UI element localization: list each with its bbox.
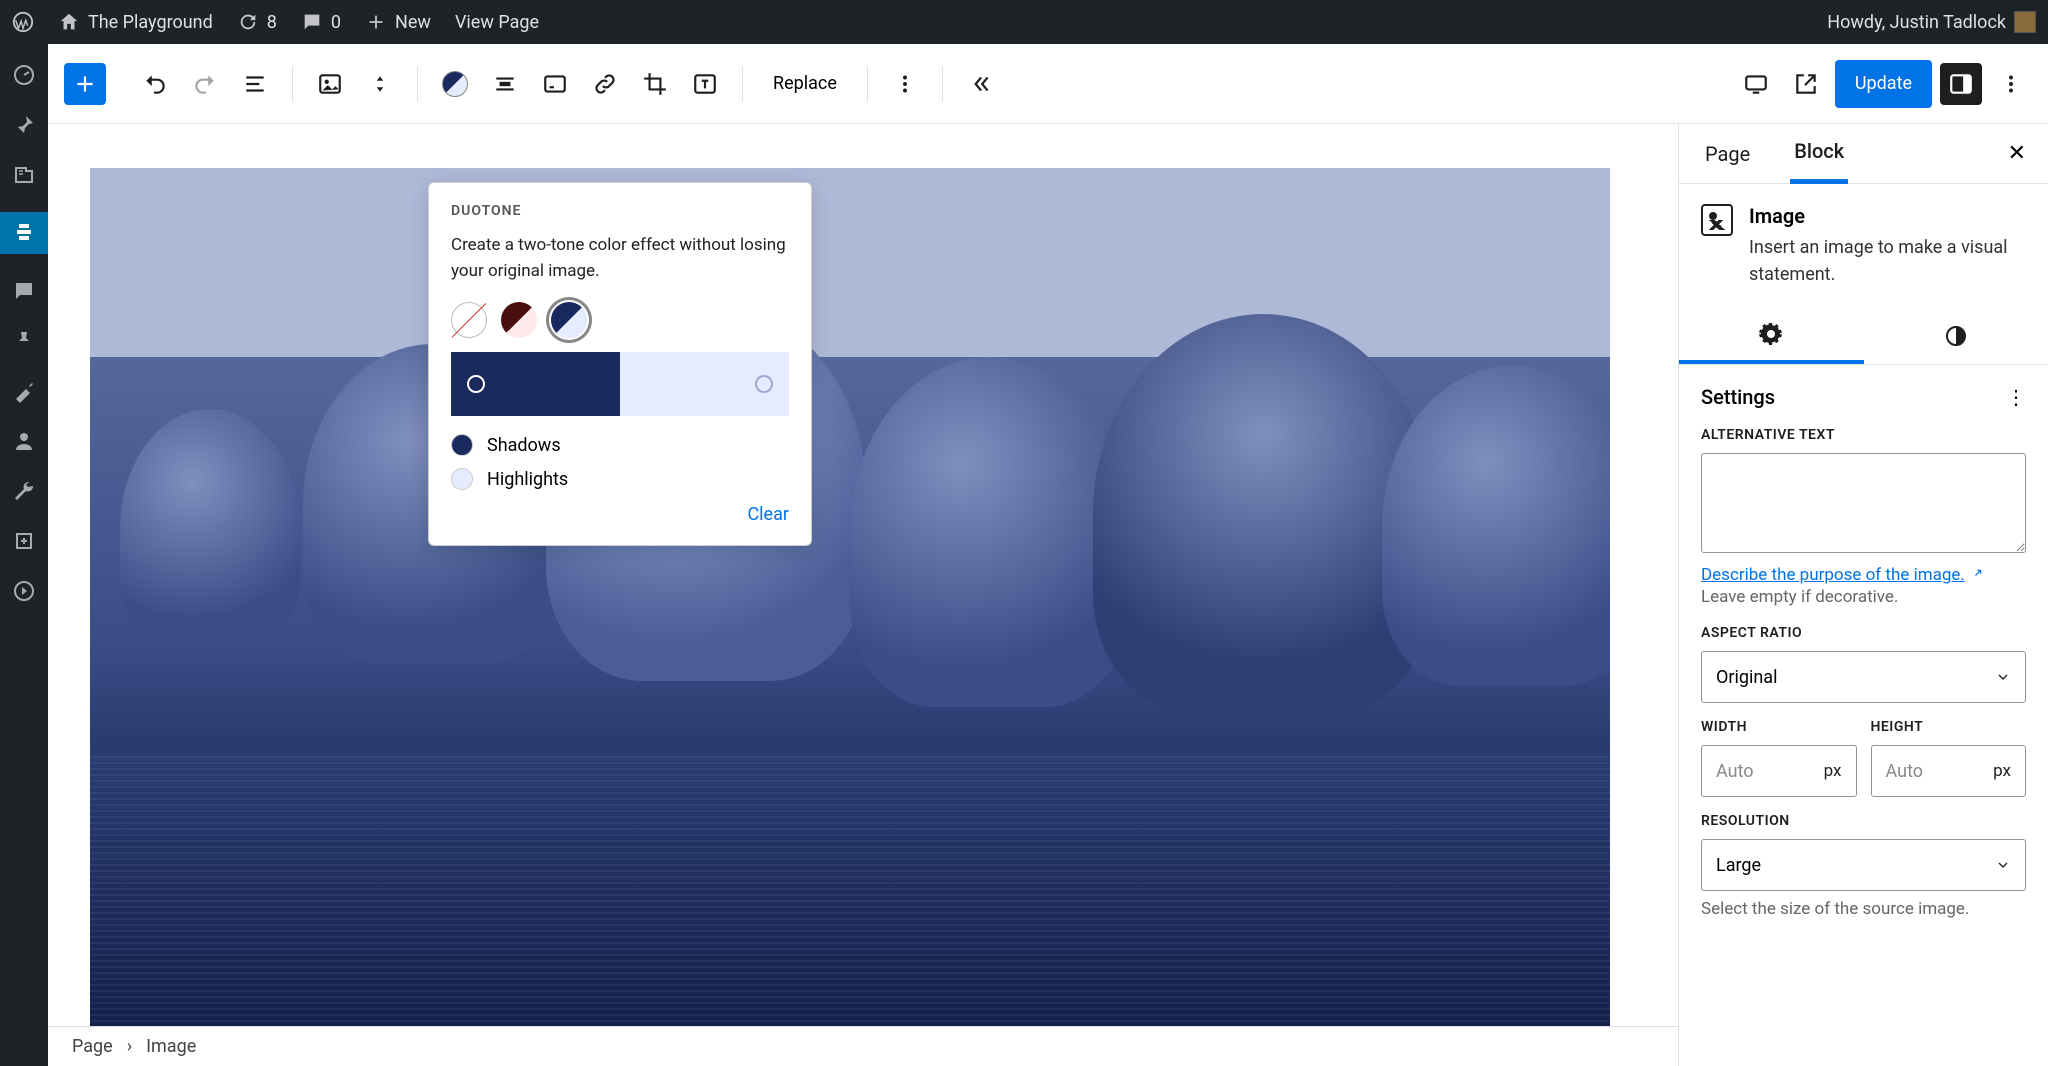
site-title: The Playground [88, 12, 213, 33]
comments[interactable]: 0 [301, 11, 341, 33]
wp-logo[interactable] [12, 11, 34, 33]
breadcrumb-current[interactable]: Image [146, 1036, 196, 1057]
move-handles[interactable] [359, 63, 401, 105]
duotone-swatch-blue[interactable] [551, 302, 587, 338]
duotone-clear-button[interactable]: Clear [451, 504, 789, 525]
resolution-hint: Select the size of the source image. [1701, 899, 2026, 919]
comments-count: 0 [331, 12, 341, 33]
redo-button[interactable] [184, 63, 226, 105]
duotone-popover: DUOTONE Create a two-tone color effect w… [428, 182, 812, 546]
inspector-sidebar: Page Block ✕ Image Insert an image to ma… [1678, 124, 2048, 1066]
media-icon[interactable] [11, 162, 37, 188]
editor-toolbar: Replace Update [48, 44, 2048, 124]
breadcrumb: Page › Image [48, 1026, 1678, 1066]
pin-icon[interactable] [11, 112, 37, 138]
editor: Replace Update [48, 44, 2048, 1066]
caption-button[interactable] [534, 63, 576, 105]
editor-canvas[interactable] [48, 124, 1678, 1026]
width-input[interactable]: Autopx [1701, 745, 1857, 797]
decorative-hint: Leave empty if decorative. [1701, 587, 2026, 607]
tools-icon[interactable] [11, 478, 37, 504]
highlights-label: Highlights [487, 469, 568, 490]
duotone-title: DUOTONE [451, 203, 789, 219]
duotone-swatch-none[interactable] [451, 302, 487, 338]
shadows-label: Shadows [487, 435, 561, 456]
new-button[interactable]: New [365, 11, 431, 33]
block-name: Image [1749, 204, 2026, 228]
breadcrumb-separator: › [127, 1036, 132, 1057]
highlights-row[interactable]: Highlights [451, 468, 789, 490]
shadows-row[interactable]: Shadows [451, 434, 789, 456]
resolution-label: Resolution [1701, 813, 2026, 829]
highlights-dot [451, 468, 473, 490]
hide-toolbar-button[interactable] [959, 63, 1001, 105]
dashboard-icon[interactable] [11, 62, 37, 88]
image-block-icon [1701, 204, 1733, 236]
comments-admin-icon[interactable] [11, 278, 37, 304]
duotone-swatch-red[interactable] [501, 302, 537, 338]
settings-icon[interactable] [11, 528, 37, 554]
settings-heading: Settings [1701, 385, 1775, 409]
aspect-ratio-select[interactable]: Original [1701, 651, 2026, 703]
describe-purpose-link[interactable]: Describe the purpose of the image. [1701, 565, 1983, 585]
image-block[interactable] [90, 168, 1610, 1026]
block-image-icon[interactable] [309, 63, 351, 105]
text-overlay-button[interactable] [684, 63, 726, 105]
howdy-user[interactable]: Howdy, Justin Tadlock [1827, 11, 2036, 33]
close-inspector-button[interactable]: ✕ [2008, 141, 2026, 166]
new-label: New [395, 12, 431, 33]
users-icon[interactable] [11, 428, 37, 454]
document-overview-button[interactable] [234, 63, 276, 105]
duotone-gradient-bar[interactable] [451, 352, 789, 416]
styles-subtab[interactable] [1864, 308, 2048, 364]
updates-count: 8 [267, 12, 277, 33]
resolution-select[interactable]: Large [1701, 839, 2026, 891]
undo-button[interactable] [134, 63, 176, 105]
duotone-description: Create a two-tone color effect without l… [451, 233, 789, 284]
pushpin-icon[interactable] [11, 328, 37, 354]
update-button[interactable]: Update [1835, 60, 1932, 108]
aspect-ratio-label: Aspect Ratio [1701, 625, 2026, 641]
view-page[interactable]: View Page [455, 12, 539, 33]
admin-bar: The Playground 8 0 New View Page Howdy, … [0, 0, 2048, 44]
appearance-icon[interactable] [11, 378, 37, 404]
gradient-handle-highlight[interactable] [755, 375, 773, 393]
settings-subtab[interactable] [1679, 308, 1864, 364]
updates[interactable]: 8 [237, 11, 277, 33]
block-header: Image Insert an image to make a visual s… [1679, 184, 2048, 308]
duotone-button[interactable] [434, 63, 476, 105]
alt-text-label: Alternative Text [1701, 427, 2026, 443]
wp-admin-sidebar [0, 44, 48, 1066]
preview-button[interactable] [1785, 63, 1827, 105]
more-options-button[interactable] [1990, 63, 2032, 105]
link-button[interactable] [584, 63, 626, 105]
sidebar-toggle-button[interactable] [1940, 63, 1982, 105]
shadows-dot [451, 434, 473, 456]
align-button[interactable] [484, 63, 526, 105]
settings-more-icon[interactable]: ⋮ [2006, 385, 2026, 409]
add-block-button[interactable] [64, 63, 106, 105]
width-label: Width [1701, 719, 1857, 735]
tab-page[interactable]: Page [1701, 126, 1754, 182]
replace-button[interactable]: Replace [759, 63, 851, 105]
alt-text-input[interactable] [1701, 453, 2026, 553]
tab-block[interactable]: Block [1790, 124, 1848, 184]
block-description: Insert an image to make a visual stateme… [1749, 234, 2026, 288]
pages-icon[interactable] [0, 212, 48, 254]
collapse-icon[interactable] [11, 578, 37, 604]
avatar [2014, 11, 2036, 33]
crop-button[interactable] [634, 63, 676, 105]
gradient-handle-shadow[interactable] [467, 375, 485, 393]
site-home[interactable]: The Playground [58, 11, 213, 33]
height-label: Height [1871, 719, 2027, 735]
block-options-button[interactable] [884, 63, 926, 105]
view-button[interactable] [1735, 63, 1777, 105]
height-input[interactable]: Autopx [1871, 745, 2027, 797]
breadcrumb-root[interactable]: Page [72, 1036, 113, 1057]
